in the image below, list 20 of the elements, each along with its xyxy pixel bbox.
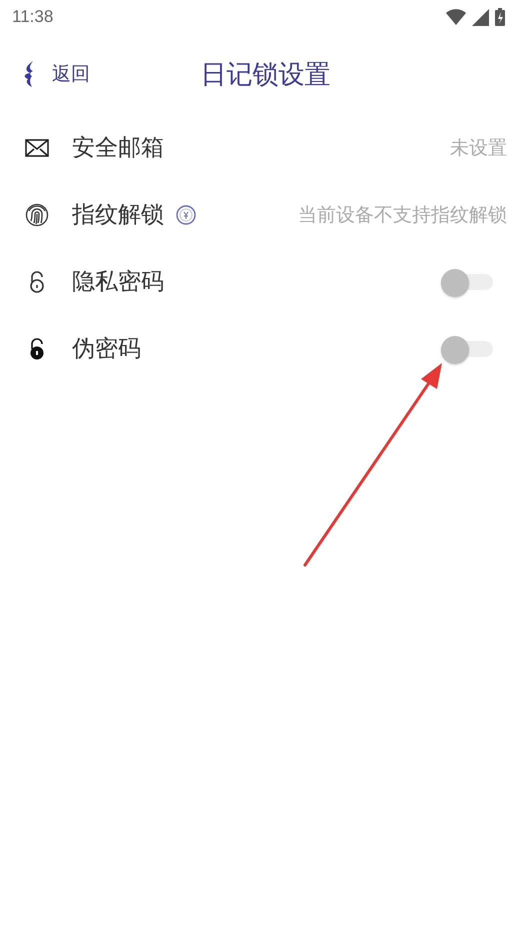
- signal-icon: [472, 8, 489, 26]
- setting-value: 当前设备不支持指纹解锁: [298, 202, 507, 228]
- toggle-switch[interactable]: [441, 268, 493, 294]
- setting-label: 隐私密码: [72, 268, 164, 297]
- setting-label: 伪密码: [72, 335, 141, 364]
- page-title: 日记锁设置: [200, 60, 330, 90]
- toggle-switch[interactable]: [441, 336, 493, 362]
- back-button[interactable]: 返回: [18, 56, 94, 92]
- setting-label: 安全邮箱: [72, 134, 164, 163]
- setting-value: 未设置: [450, 136, 507, 160]
- envelope-icon: [25, 138, 49, 156]
- battery-icon: [495, 8, 505, 26]
- coin-badge-icon[interactable]: [176, 204, 196, 224]
- fingerprint-icon: [25, 202, 49, 226]
- unlocked-padlock-icon: [29, 338, 45, 360]
- setting-label: 指纹解锁: [72, 201, 164, 230]
- leaf-icon: [22, 60, 36, 88]
- unlocked-padlock-icon: [29, 270, 45, 292]
- wifi-icon: [446, 9, 466, 25]
- status-time: 11:38: [12, 7, 54, 27]
